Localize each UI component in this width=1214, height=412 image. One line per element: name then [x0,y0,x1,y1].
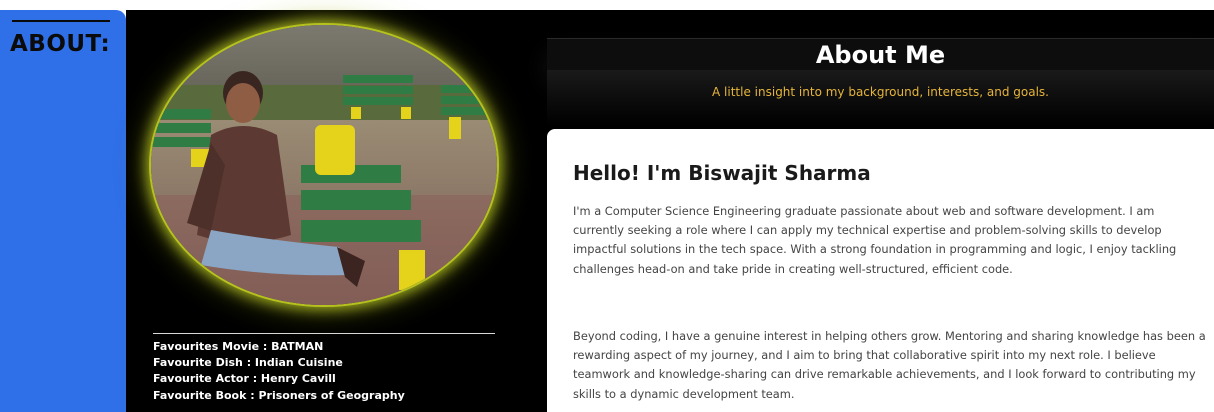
intro-paragraph-1: I'm a Computer Science Engineering gradu… [573,204,1177,276]
intro-paragraph-2: Beyond coding, I have a genuine interest… [573,329,1206,401]
intro-heading: Hello! I'm Biswajit Sharma [573,161,871,185]
sidebar-label: ABOUT: [10,31,111,57]
about-header: About Me [547,38,1214,70]
profile-photo-image [151,25,497,305]
favourite-book: Favourite Book : Prisoners of Geography [153,388,405,402]
favourites-divider [153,333,495,334]
profile-photo [151,25,497,305]
page-subtitle: A little insight into my background, int… [712,85,1049,99]
about-sidebar: ABOUT: [0,10,126,412]
sidebar-divider [12,20,110,22]
favourite-actor: Favourite Actor : Henry Cavill [153,372,336,386]
favourite-dish: Favourite Dish : Indian Cuisine [153,356,343,370]
intro-card: Hello! I'm Biswajit Sharma I'm a Compute… [547,129,1214,412]
page-title: About Me [815,41,946,69]
favourite-movie: Favourites Movie : BATMAN [153,340,324,353]
favourites-list: Favourites Movie : BATMAN Favourite Dish… [153,339,405,404]
